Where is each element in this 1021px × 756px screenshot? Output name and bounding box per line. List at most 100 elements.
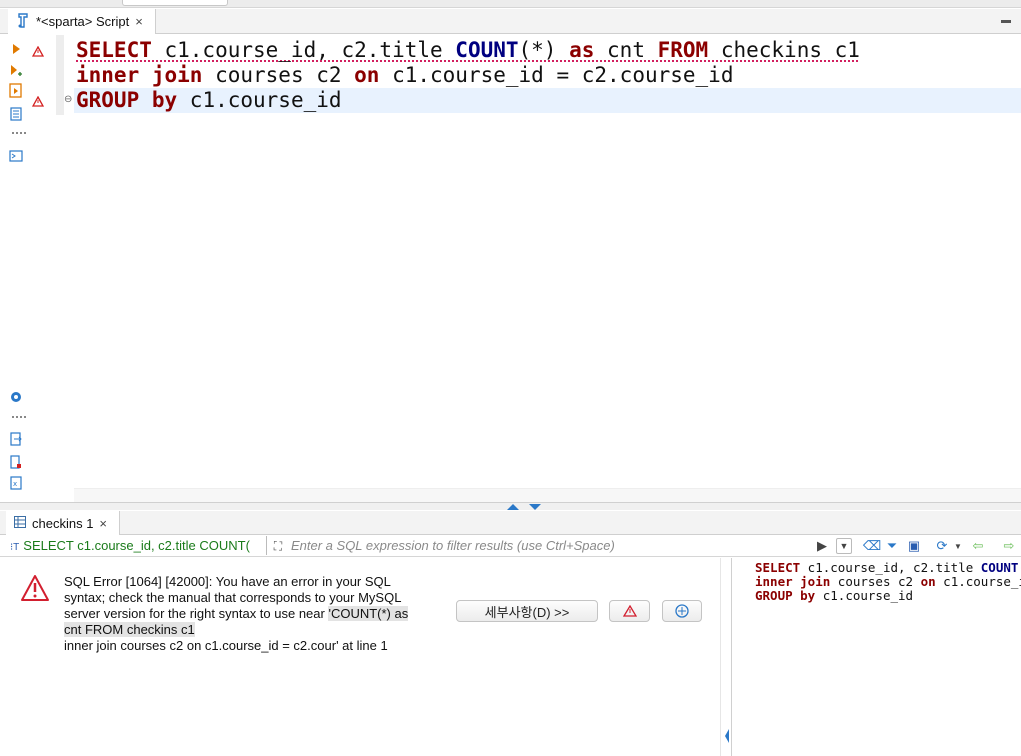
sql-keyword: GROUP by [76,88,178,112]
toolbar-separator [12,132,26,134]
statement-gutter [56,35,64,115]
error-panel: SQL Error [1064] [42000]: You have an er… [0,558,720,756]
sql-keyword: SELECT [755,560,801,575]
sql-identifier: courses c2 [202,63,355,87]
sql-identifier: c1.course_id = c2.course_id [379,63,734,87]
back-arrow-icon[interactable]: ⇦ [970,538,986,554]
code-line-content: GROUP by c1.course_id [755,588,913,603]
code-area[interactable]: SELECT c1.course_id, c2.title COUNT(*) a… [74,35,1021,502]
svg-text:x: x [13,480,17,488]
code-line[interactable]: inner join courses c2 on c1.course_id [755,575,1021,589]
filter-input[interactable] [266,536,826,555]
sql-keyword: SELECT [76,38,152,62]
expand-down-icon[interactable] [529,504,541,510]
sql-identifier: cnt [594,38,658,62]
fold-collapse-icon[interactable]: ⊖ [64,95,74,105]
sql-keyword: inner join [755,574,831,589]
code-line-content: inner join courses c2 on c1.course_id = … [76,63,733,87]
error-line: syntax; check the manual that correspond… [64,590,402,605]
error-log-button[interactable] [609,600,650,622]
tab-label: *<sparta> Script [36,14,130,29]
settings-gear-icon[interactable] [8,389,24,405]
error-message: SQL Error [1064] [42000]: You have an er… [64,574,444,654]
error-line: SQL Error [1064] [42000]: You have an er… [64,574,391,589]
execution-log-button[interactable] [662,600,702,622]
code-line-content: SELECT c1.course_id, c2.title COUNT(* [755,560,1021,575]
toolbar-right [960,0,1020,6]
warning-icon[interactable] [30,43,46,59]
error-line: cnt FROM checkins c1 [64,622,444,638]
expand-up-icon[interactable] [507,504,519,510]
tab-sparta-script[interactable]: *<sparta> Script × [8,9,156,34]
sql-keyword: on [920,574,936,589]
tab-checkins-1[interactable]: checkins 1 × [6,511,120,535]
sql-keyword: on [354,63,380,87]
top-toolbar [0,0,1021,8]
sql-identifier: c1.course_id [177,88,342,112]
details-button[interactable]: 세부사항(D) >> [456,600,598,622]
sql-keyword: as [569,38,595,62]
error-text: server version for the right syntax to u… [64,606,329,621]
error-highlight: cnt FROM checkins c1 [64,622,195,637]
chevron-down-icon[interactable]: ▼ [950,538,966,554]
code-line[interactable]: GROUP by c1.course_id [755,589,1021,603]
script-file-icon [16,12,30,31]
sql-identifier: c1.course_id, c2.title [151,38,456,62]
sql-keyword: GROUP by [755,588,816,603]
explain-plan-icon[interactable] [8,106,24,122]
sql-keyword: inner join [76,63,203,87]
editor-horizontal-scrollbar[interactable] [74,488,1021,502]
forward-arrow-icon[interactable]: ⇨ [1001,538,1017,554]
code-line[interactable]: inner join courses c2 on c1.course_id = … [74,63,1021,88]
error-marker-column [30,35,44,502]
sql-identifier: courses c2 [830,574,921,589]
code-line[interactable]: SELECT c1.course_id, c2.title COUNT(* [755,561,1021,575]
error-line: server version for the right syntax to u… [64,606,444,622]
panel-splitter[interactable] [0,502,1021,510]
close-icon[interactable]: × [99,516,107,531]
error-highlight: 'COUNT(*) as [328,606,409,621]
toolbar-combo[interactable] [122,0,228,6]
terminal-icon[interactable] [8,148,24,164]
code-line[interactable]: SELECT c1.course_id, c2.title COUNT(*) a… [74,38,1021,63]
sql-preview-panel: SELECT c1.course_id, c2.title COUNT(*inn… [733,558,1021,756]
sql-function: COUNT [455,38,519,62]
warning-icon [20,574,50,605]
execute-script-icon[interactable] [8,83,24,99]
variables-icon[interactable]: x [8,475,24,491]
minimize-icon[interactable] [1001,20,1011,23]
close-icon[interactable]: × [135,14,143,29]
sql-editor[interactable]: x ⊖ SELECT c1.course_id, c2.title COUNT(… [0,35,1021,502]
refresh-options-icon[interactable]: ⟳ [934,538,950,554]
panel-divider[interactable] [720,558,732,756]
results-tab-strip: checkins 1 × [0,511,1021,535]
results-filter-bar: ⁝T SELECT c1.course_id, c2.title COUNT( ⛶… [0,535,1021,557]
sql-identifier: checkins c1 [708,38,860,62]
execute-statement-icon[interactable] [8,41,24,57]
editor-tab-strip: *<sparta> Script × [0,9,1021,34]
sql-function: COUNT [980,560,1019,575]
toolbar-separator [12,416,26,418]
editor-side-toolbar: x [8,35,32,502]
eraser-icon[interactable]: ⌫ [863,538,881,554]
warning-icon[interactable] [30,93,46,109]
sql-query-icon: ⁝T [10,542,20,553]
sql-keyword: FROM [657,38,709,62]
filter-history-dropdown-icon[interactable]: ▼ [836,538,852,554]
query-label-text: SELECT c1.course_id, c2.title COUNT( [23,538,250,553]
apply-filter-icon[interactable]: ▶ [814,538,830,554]
file-error-icon[interactable] [8,454,24,470]
save-filter-icon[interactable]: ▣ [906,538,922,554]
tab-label: checkins 1 [32,515,94,531]
sql-identifier: c1.course_id [815,588,914,603]
query-label[interactable]: ⁝T SELECT c1.course_id, c2.title COUNT( [10,538,262,553]
sql-identifier: (*) [518,38,570,62]
code-line-content: GROUP by c1.course_id [76,88,342,112]
error-line: inner join courses c2 on c1.course_id = … [64,638,388,653]
code-line-content: inner join courses c2 on c1.course_id [755,574,1021,589]
export-icon[interactable] [8,431,24,447]
code-line[interactable]: GROUP by c1.course_id [74,88,1021,113]
code-line-content: SELECT c1.course_id, c2.title COUNT(*) a… [76,38,860,62]
filter-settings-icon[interactable]: ⏷ [884,538,900,554]
execute-new-tab-icon[interactable] [8,63,24,79]
